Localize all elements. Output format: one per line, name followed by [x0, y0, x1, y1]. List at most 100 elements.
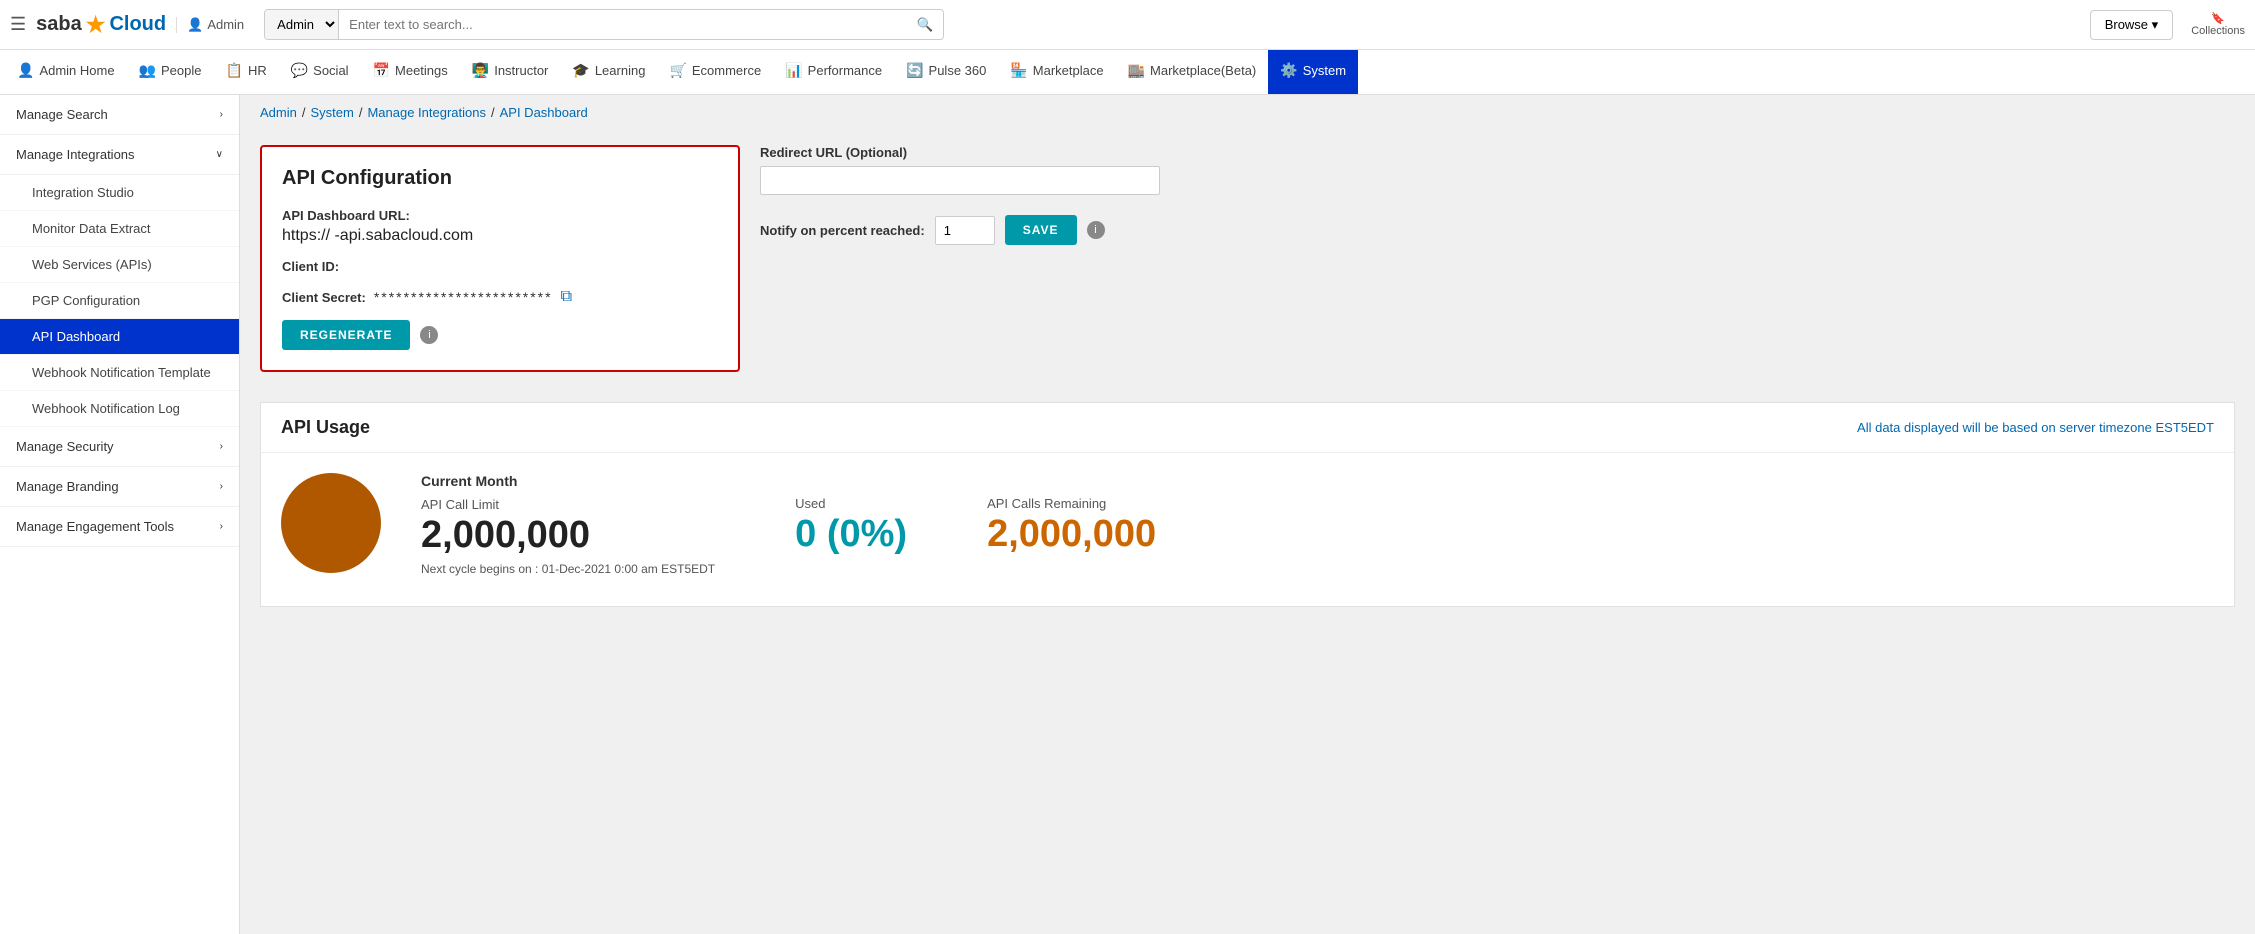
collections-button[interactable]: 🔖 Collections [2191, 12, 2245, 37]
nav-people-icon: 👥 [139, 62, 156, 79]
nav-marketplace-beta-icon: 🏬 [1128, 62, 1145, 79]
sidebar-sub-web-services[interactable]: Web Services (APIs) [0, 247, 239, 283]
sidebar-sub-webhook-log[interactable]: Webhook Notification Log [0, 391, 239, 427]
sidebar-item-manage-engagement-tools[interactable]: Manage Engagement Tools › [0, 507, 239, 547]
sidebar-sub-monitor-data-extract[interactable]: Monitor Data Extract [0, 211, 239, 247]
nav-system[interactable]: ⚙️ System [1268, 50, 1358, 95]
stat-block-used: Used 0 (0%) [795, 473, 907, 553]
logo: saba★Cloud [36, 12, 166, 38]
admin-badge[interactable]: 👤 Admin [176, 17, 244, 33]
search-button[interactable]: 🔍 [907, 11, 944, 39]
call-limit-value: 2,000,000 [421, 516, 715, 554]
save-button[interactable]: SAVE [1005, 215, 1077, 245]
sidebar-manage-engagement-tools-label: Manage Engagement Tools [16, 519, 174, 534]
monitor-data-extract-label: Monitor Data Extract [32, 221, 151, 236]
nav-people-label: People [161, 63, 201, 78]
nav-social[interactable]: 💬 Social [279, 50, 361, 95]
api-url-value: https:// -api.sabacloud.com [282, 227, 718, 245]
nav-social-label: Social [313, 63, 348, 78]
breadcrumb-api-dashboard[interactable]: API Dashboard [500, 105, 588, 120]
nav-ecommerce[interactable]: 🛒 Ecommerce [657, 50, 773, 95]
nav-pulse360-label: Pulse 360 [929, 63, 987, 78]
api-dashboard-label: API Dashboard [32, 329, 120, 344]
nav-meetings-label: Meetings [395, 63, 448, 78]
sidebar-manage-search-label: Manage Search [16, 107, 108, 122]
notify-input[interactable] [935, 216, 995, 245]
call-limit-label: API Call Limit [421, 497, 715, 512]
breadcrumb: Admin / System / Manage Integrations / A… [240, 95, 2255, 130]
nav-marketplace-icon: 🏪 [1010, 62, 1027, 79]
nav-admin-home[interactable]: 👤 Admin Home [5, 50, 127, 95]
chevron-down-icon: ∨ [216, 149, 223, 160]
webhook-log-label: Webhook Notification Log [32, 401, 180, 416]
pgp-configuration-label: PGP Configuration [32, 293, 140, 308]
timezone-note: All data displayed will be based on serv… [1857, 420, 2214, 435]
sidebar-sub-webhook-template[interactable]: Webhook Notification Template [0, 355, 239, 391]
nav-performance[interactable]: 📊 Performance [773, 50, 894, 95]
nav-admin-home-label: Admin Home [39, 63, 114, 78]
nav-instructor-icon: 👨‍🏫 [472, 62, 489, 79]
nav-bar: 👤 Admin Home 👥 People 📋 HR 💬 Social 📅 Me… [0, 50, 2255, 95]
regenerate-button[interactable]: REGENERATE [282, 320, 410, 350]
nav-marketplace[interactable]: 🏪 Marketplace [998, 50, 1115, 95]
breadcrumb-manage-integrations[interactable]: Manage Integrations [367, 105, 486, 120]
nav-marketplace-beta[interactable]: 🏬 Marketplace(Beta) [1116, 50, 1269, 95]
save-info-icon[interactable]: i [1087, 221, 1105, 239]
notify-label: Notify on percent reached: [760, 223, 925, 238]
nav-meetings[interactable]: 📅 Meetings [361, 50, 460, 95]
nav-admin-home-icon: 👤 [17, 62, 34, 79]
logo-text: saba [36, 13, 82, 36]
nav-marketplace-label: Marketplace [1033, 63, 1104, 78]
logo-star: ★ [86, 12, 106, 38]
nav-ecommerce-icon: 🛒 [669, 62, 686, 79]
nav-performance-label: Performance [808, 63, 882, 78]
stat-block-remaining: API Calls Remaining 2,000,000 [987, 473, 1156, 553]
sidebar-manage-security-label: Manage Security [16, 439, 114, 454]
client-secret-value: ************************ [374, 289, 553, 305]
hamburger-menu[interactable]: ☰ [10, 14, 26, 35]
collections-icon: 🔖 [2211, 12, 2225, 25]
sidebar-item-manage-integrations[interactable]: Manage Integrations ∨ [0, 135, 239, 175]
notify-row: Notify on percent reached: SAVE i [760, 215, 2215, 245]
api-usage-title: API Usage [281, 417, 370, 438]
copy-icon[interactable]: ⧉ [561, 288, 572, 306]
nav-pulse360[interactable]: 🔄 Pulse 360 [894, 50, 998, 95]
nav-instructor-label: Instructor [494, 63, 548, 78]
chevron-right-icon: › [220, 109, 223, 120]
breadcrumb-admin[interactable]: Admin [260, 105, 297, 120]
right-panel: Redirect URL (Optional) Notify on percen… [740, 145, 2235, 245]
nav-instructor[interactable]: 👨‍🏫 Instructor [460, 50, 561, 95]
api-config-panel: API Configuration API Dashboard URL: htt… [260, 145, 740, 372]
next-cycle-text: Next cycle begins on : 01-Dec-2021 0:00 … [421, 562, 715, 576]
remaining-label: API Calls Remaining [987, 496, 1156, 511]
sidebar-item-manage-search[interactable]: Manage Search › [0, 95, 239, 135]
sidebar: Manage Search › Manage Integrations ∨ In… [0, 95, 240, 934]
nav-performance-icon: 📊 [785, 62, 802, 79]
sidebar-item-manage-security[interactable]: Manage Security › [0, 427, 239, 467]
used-label: Used [795, 496, 907, 511]
admin-label: Admin [207, 17, 244, 32]
sidebar-manage-integrations-label: Manage Integrations [16, 147, 135, 162]
sidebar-item-manage-branding[interactable]: Manage Branding › [0, 467, 239, 507]
sidebar-sub-api-dashboard[interactable]: API Dashboard [0, 319, 239, 355]
browse-button[interactable]: Browse ▾ [2090, 10, 2174, 40]
nav-ecommerce-label: Ecommerce [692, 63, 761, 78]
breadcrumb-system[interactable]: System [310, 105, 353, 120]
search-scope-select[interactable]: Admin [265, 10, 339, 39]
nav-hr[interactable]: 📋 HR [214, 50, 279, 95]
sidebar-sub-pgp-configuration[interactable]: PGP Configuration [0, 283, 239, 319]
nav-people[interactable]: 👥 People [127, 50, 214, 95]
search-input[interactable] [339, 11, 906, 38]
nav-learning-label: Learning [595, 63, 646, 78]
logo-cloud: Cloud [109, 13, 166, 36]
regenerate-info-icon[interactable]: i [420, 326, 438, 344]
redirect-url-label: Redirect URL (Optional) [760, 145, 2215, 160]
nav-learning[interactable]: 🎓 Learning [560, 50, 657, 95]
nav-learning-icon: 🎓 [572, 62, 589, 79]
sidebar-sub-integration-studio[interactable]: Integration Studio [0, 175, 239, 211]
redirect-url-input[interactable] [760, 166, 1160, 195]
web-services-label: Web Services (APIs) [32, 257, 152, 272]
client-secret-row: Client Secret: ************************ … [282, 288, 718, 306]
usage-content-row: Current Month API Call Limit 2,000,000 N… [261, 453, 2234, 606]
regenerate-row: REGENERATE i [282, 320, 718, 350]
